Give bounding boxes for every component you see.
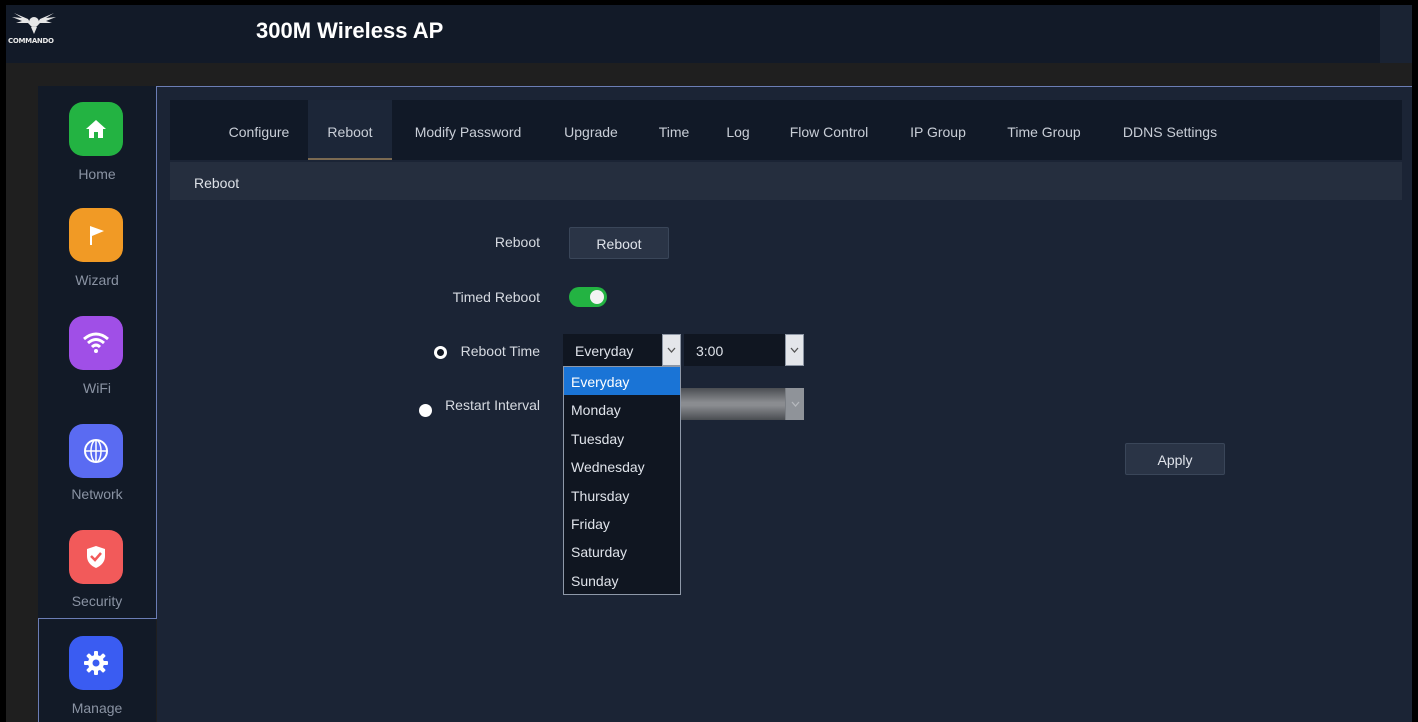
option-wednesday[interactable]: Wednesday	[564, 452, 680, 480]
reboot-time-radio[interactable]	[434, 346, 447, 359]
chevron-down-icon	[785, 334, 804, 366]
home-icon	[69, 102, 123, 156]
sidebar-item-label: Security	[71, 593, 123, 609]
logo-text: COMMANDO	[8, 37, 54, 45]
shield-icon	[69, 530, 123, 584]
option-monday[interactable]: Monday	[564, 395, 680, 423]
tab-time[interactable]: Time	[650, 100, 698, 160]
tab-ip-group[interactable]: IP Group	[898, 100, 978, 160]
gear-icon	[69, 636, 123, 690]
flag-icon	[69, 208, 123, 262]
commando-logo: COMMANDO	[8, 7, 60, 51]
reboot-hour-select[interactable]: 3:00	[684, 334, 804, 366]
restart-interval-label: Restart Interval	[445, 397, 540, 413]
sidebar-item-label: Wizard	[75, 272, 119, 288]
tab-ddns-settings[interactable]: DDNS Settings	[1110, 100, 1230, 160]
eagle-logo-icon	[12, 13, 56, 34]
chevron-down-icon	[662, 334, 681, 366]
option-tuesday[interactable]: Tuesday	[564, 424, 680, 452]
tab-modify-password[interactable]: Modify Password	[404, 100, 532, 160]
tab-upgrade[interactable]: Upgrade	[554, 100, 628, 160]
tab-configure[interactable]: Configure	[222, 100, 296, 160]
reboot-day-dropdown: Everyday Monday Tuesday Wednesday Thursd…	[563, 366, 681, 595]
top-bar: COMMANDO 300M Wireless AP	[6, 5, 1380, 63]
option-saturday[interactable]: Saturday	[564, 537, 680, 565]
option-sunday[interactable]: Sunday	[564, 566, 680, 594]
sidebar-item-label: WiFi	[83, 380, 111, 396]
chevron-down-icon	[785, 388, 804, 420]
sidebar-item-home[interactable]: Home	[38, 102, 156, 206]
wifi-icon	[69, 316, 123, 370]
sidebar-item-wizard[interactable]: Wizard	[38, 208, 156, 312]
tab-time-group[interactable]: Time Group	[996, 100, 1092, 160]
sidebar-item-wifi[interactable]: WiFi	[38, 316, 156, 420]
reboot-label: Reboot	[494, 234, 540, 250]
tab-bar: Configure Reboot Modify Password Upgrade…	[170, 100, 1402, 160]
reboot-button[interactable]: Reboot	[569, 227, 669, 259]
sidebar-item-label: Manage	[71, 700, 123, 716]
reboot-hour-value: 3:00	[696, 343, 724, 359]
reboot-day-value: Everyday	[575, 343, 634, 359]
option-everyday[interactable]: Everyday	[564, 367, 680, 395]
app-title: 300M Wireless AP	[256, 18, 444, 43]
section-header: Reboot	[170, 162, 1402, 200]
toggle-knob	[590, 290, 604, 304]
timed-reboot-label: Timed Reboot	[452, 289, 540, 305]
top-bar-right-panel	[1380, 5, 1412, 63]
option-thursday[interactable]: Thursday	[564, 481, 680, 509]
sidebar-item-network[interactable]: Network	[38, 424, 156, 528]
reboot-day-select[interactable]: Everyday	[563, 334, 681, 366]
option-friday[interactable]: Friday	[564, 509, 680, 537]
sidebar-item-label: Network	[71, 486, 123, 502]
tab-reboot[interactable]: Reboot	[308, 100, 392, 160]
tab-flow-control[interactable]: Flow Control	[778, 100, 880, 160]
sidebar-item-manage[interactable]: Manage	[38, 636, 156, 722]
reboot-time-label: Reboot Time	[460, 343, 540, 359]
timed-reboot-toggle[interactable]	[569, 287, 607, 307]
globe-icon	[69, 424, 123, 478]
tab-log[interactable]: Log	[716, 100, 760, 160]
restart-interval-radio[interactable]	[419, 404, 432, 417]
apply-button[interactable]: Apply	[1125, 443, 1225, 475]
sidebar-item-label: Home	[78, 166, 116, 182]
section-title: Reboot	[194, 175, 240, 191]
sidebar-item-security[interactable]: Security	[38, 530, 156, 634]
restart-interval-select	[681, 388, 804, 420]
